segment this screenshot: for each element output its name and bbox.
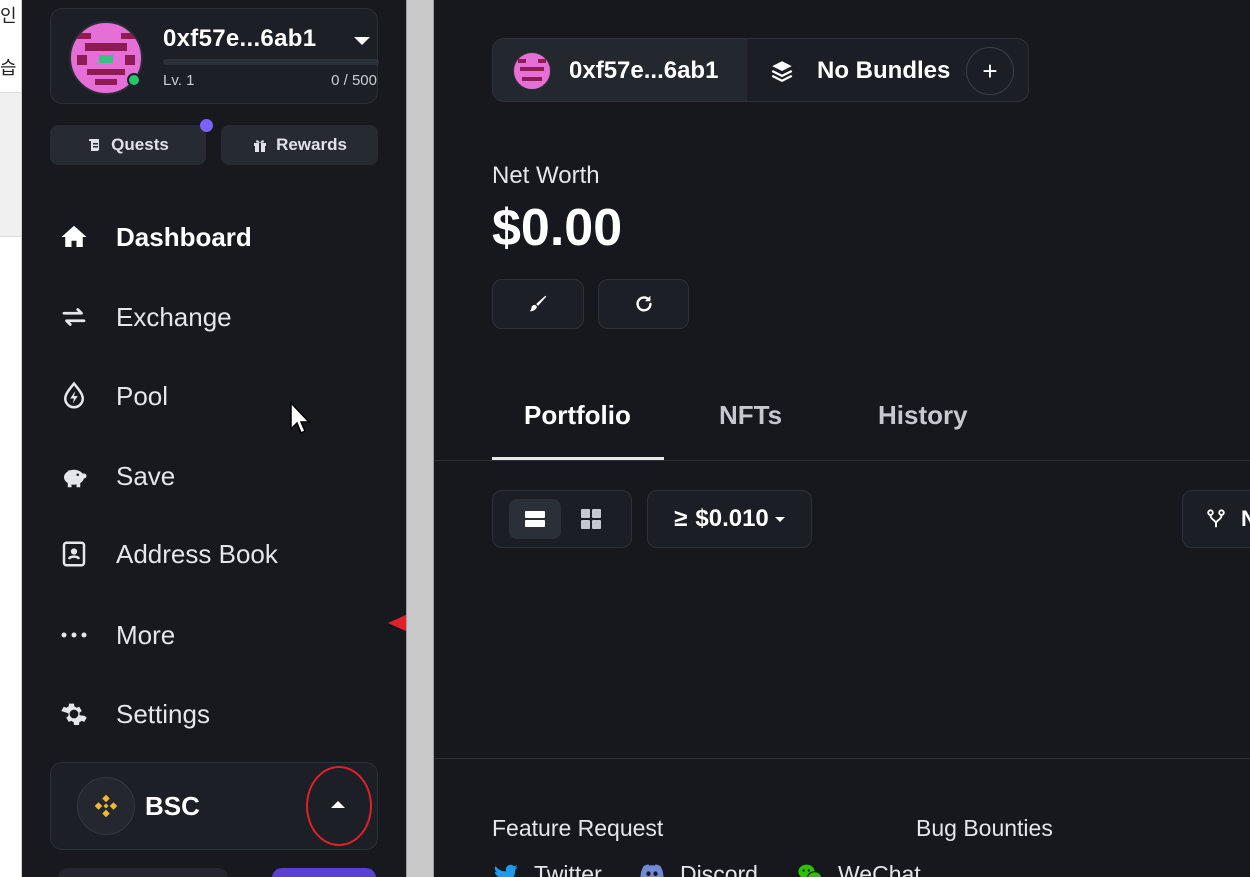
wechat-link[interactable]: WeChat [796, 860, 921, 877]
account-name: 0xf57e...6ab1 [163, 25, 317, 52]
background-window-strip: 인 습 [0, 0, 22, 877]
home-icon [56, 219, 92, 255]
nav-label: Save [116, 460, 176, 491]
nav-label: More [116, 619, 176, 650]
filter-symbol: ≥ [674, 505, 688, 532]
tabs-divider [434, 460, 1250, 461]
notification-dot [200, 119, 213, 132]
chevron-down-icon[interactable] [354, 37, 370, 45]
network-filter-button[interactable]: N [1182, 490, 1250, 548]
nav-label: Pool [116, 380, 169, 411]
chevron-down-icon [774, 516, 785, 522]
brush-icon [529, 295, 547, 312]
account-level: Lv. 1 [163, 72, 195, 89]
refresh-button[interactable] [598, 279, 689, 329]
discord-label: Discord [680, 860, 758, 877]
nav-item-save[interactable]: Save [56, 456, 175, 496]
gift-icon [254, 140, 267, 152]
annotation-circle [306, 766, 372, 846]
add-bundle-button[interactable]: + [966, 47, 1014, 95]
wechat-label: WeChat [838, 860, 921, 877]
more-dots-icon [56, 617, 92, 653]
nav-label: Dashboard [116, 221, 252, 252]
swap-arrows-icon [56, 299, 92, 335]
discord-icon [640, 864, 664, 877]
filter-value: $0.010 [695, 505, 769, 532]
rewards-button[interactable]: Rewards [221, 125, 378, 165]
sidebar-bottom-element [58, 868, 228, 877]
gear-icon [56, 696, 92, 732]
view-toggle [492, 490, 632, 548]
avatar [513, 52, 551, 90]
section-divider [434, 758, 1250, 759]
binance-icon [77, 777, 135, 835]
wechat-icon [798, 864, 823, 877]
chain-name: BSC [145, 791, 200, 821]
layers-icon [769, 58, 795, 84]
list-view-icon [525, 511, 545, 527]
twitter-icon [494, 864, 518, 877]
sidebar: 0xf57e...6ab1 Lv. 1 0 / 500 Quests Rewar… [22, 0, 406, 877]
account-bar: 0xf57e...6ab1 No Bundles + [492, 38, 1029, 102]
discord-link[interactable]: Discord [638, 860, 758, 877]
quests-button[interactable]: Quests [50, 125, 206, 165]
lightning-drop-icon [56, 378, 92, 414]
list-view-button[interactable] [509, 499, 561, 539]
account-card[interactable]: 0xf57e...6ab1 Lv. 1 0 / 500 [50, 8, 379, 104]
twitter-label: Twitter [534, 860, 602, 877]
background-band [0, 92, 21, 237]
tab-nfts[interactable]: NFTs [719, 400, 782, 431]
scroll-icon [89, 139, 100, 151]
net-worth-label: Net Worth [492, 162, 600, 189]
net-worth-value: $0.00 [492, 199, 623, 257]
nav-label: Settings [116, 698, 210, 729]
bundles-label: No Bundles [817, 57, 951, 84]
nav-item-more[interactable]: More [56, 615, 175, 655]
tab-portfolio[interactable]: Portfolio [524, 400, 631, 431]
xp-progress-bar [163, 59, 379, 65]
min-value-filter[interactable]: ≥ $0.010 [647, 490, 812, 548]
grid-view-button[interactable] [565, 499, 617, 539]
refresh-icon [635, 295, 652, 312]
background-char: 인 [0, 6, 17, 27]
tab-history[interactable]: History [878, 400, 968, 431]
nav-item-address-book[interactable]: Address Book [56, 534, 278, 574]
quests-label: Quests [111, 135, 169, 154]
fork-icon [1207, 509, 1225, 528]
background-char: 습 [0, 58, 17, 79]
account-switch-button[interactable]: 0xf57e...6ab1 [493, 39, 747, 101]
nav-item-dashboard[interactable]: Dashboard [56, 217, 252, 257]
mouse-cursor-icon [290, 402, 311, 435]
main-content: 0xf57e...6ab1 No Bundles + Net Worth $0.… [434, 0, 1250, 877]
window-divider[interactable] [406, 0, 434, 877]
nav-item-pool[interactable]: Pool [56, 376, 168, 416]
rewards-label: Rewards [276, 135, 347, 154]
nav-label: Exchange [116, 301, 232, 332]
sidebar-bottom-button[interactable] [272, 868, 376, 877]
feature-request-heading: Feature Request [492, 815, 664, 841]
grid-view-icon [581, 509, 601, 529]
customize-button[interactable] [492, 279, 584, 329]
nav-label: Address Book [116, 538, 278, 569]
online-status-dot [127, 73, 141, 87]
piggy-bank-icon [56, 458, 92, 494]
twitter-link[interactable]: Twitter [492, 860, 602, 877]
bug-bounties-heading: Bug Bounties [916, 815, 1053, 841]
xp-count: 0 / 500 [331, 72, 377, 89]
nav-item-exchange[interactable]: Exchange [56, 297, 232, 337]
network-filter-label: N [1241, 506, 1250, 531]
account-address: 0xf57e...6ab1 [569, 57, 719, 84]
nav-item-settings[interactable]: Settings [56, 694, 210, 734]
contact-book-icon [56, 536, 92, 572]
annotation-arrow-icon [388, 614, 406, 632]
